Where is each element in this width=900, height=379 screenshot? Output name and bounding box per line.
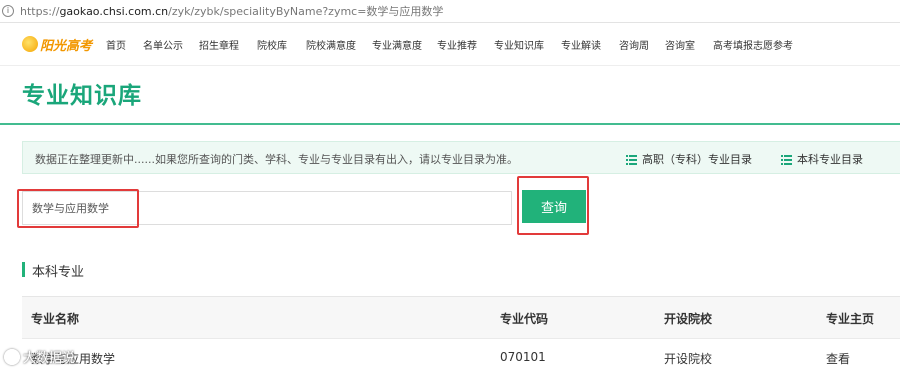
top-nav: 阳光高考 首页 名单公示 招生章程 院校库 院校满意度 专业满意度 专业推荐 专…: [0, 23, 900, 66]
url-host: gaokao.chsi.com.cn: [59, 5, 169, 18]
nav-item-public-list[interactable]: 名单公示: [143, 37, 183, 52]
header-major-home: 专业主页: [826, 312, 875, 326]
url-path: /zyk/zybk/specialityByName?zymc=数学与应用数学: [168, 5, 444, 18]
table-row: 数学与应用数学 070101 开设院校 查看: [22, 339, 900, 379]
nav-item-admission-rules[interactable]: 招生章程: [199, 37, 239, 52]
nav-item-school-library[interactable]: 院校库: [257, 37, 287, 52]
major-code: 070101: [500, 350, 546, 364]
undergrad-catalog-label: 本科专业目录: [797, 153, 863, 166]
list-icon: [781, 154, 792, 165]
sun-logo-icon: [22, 36, 38, 52]
watermark: 大数据说: [4, 347, 75, 366]
notice-bar: 数据正在整理更新中......如果您所查询的门类、学科、专业与专业目录有出入，请…: [22, 141, 900, 174]
header-major-name: 专业名称: [31, 312, 80, 326]
page-title: 专业知识库: [22, 83, 142, 109]
nav-item-major-recommend[interactable]: 专业推荐: [437, 37, 477, 52]
url-prefix: https://: [20, 5, 60, 18]
highlight-box-search-input: [17, 189, 139, 228]
vocational-catalog-link[interactable]: 高职（专科）专业目录: [626, 151, 752, 167]
watermark-text: 大数据说: [23, 351, 76, 366]
nav-item-consult-week[interactable]: 咨询周: [619, 37, 649, 52]
address-bar[interactable]: i https://gaokao.chsi.com.cn/zyk/zybk/sp…: [0, 0, 900, 23]
vocational-catalog-label: 高职（专科）专业目录: [642, 153, 752, 166]
nav-item-school-satisfaction[interactable]: 院校满意度: [306, 37, 356, 52]
notice-message: 数据正在整理更新中......如果您所查询的门类、学科、专业与专业目录有出入，请…: [35, 153, 518, 166]
title-divider: [0, 123, 900, 125]
site-info-icon[interactable]: i: [2, 5, 14, 17]
nav-item-consult-room[interactable]: 咨询室: [665, 37, 695, 52]
watermark-logo-icon: [4, 348, 20, 365]
section-marker: [22, 262, 25, 277]
list-icon: [626, 154, 637, 165]
logo-text: 阳光高考: [40, 38, 93, 54]
nav-item-major-satisfaction[interactable]: 专业满意度: [372, 37, 422, 52]
nav-item-home[interactable]: 首页: [106, 37, 126, 52]
schools-link[interactable]: 开设院校: [664, 350, 712, 367]
nav-item-volunteer-reference[interactable]: 高考填报志愿参考: [713, 37, 793, 52]
url-text[interactable]: https://gaokao.chsi.com.cn/zyk/zybk/spec…: [20, 3, 443, 19]
header-schools: 开设院校: [664, 312, 713, 326]
highlight-box-search-button: [517, 176, 589, 235]
table-header: 专业名称 专业代码 开设院校 专业主页: [22, 297, 900, 339]
view-link[interactable]: 查看: [826, 350, 850, 367]
nav-item-major-interpretation[interactable]: 专业解读: [561, 37, 601, 52]
section-title: 本科专业: [32, 265, 85, 280]
undergrad-catalog-link[interactable]: 本科专业目录: [781, 151, 863, 167]
results-table: 专业名称 专业代码 开设院校 专业主页 数学与应用数学 070101 开设院校 …: [22, 296, 900, 379]
nav-item-major-knowledge[interactable]: 专业知识库: [494, 37, 544, 52]
header-major-code: 专业代码: [500, 312, 549, 326]
site-logo[interactable]: 阳光高考: [22, 31, 92, 57]
